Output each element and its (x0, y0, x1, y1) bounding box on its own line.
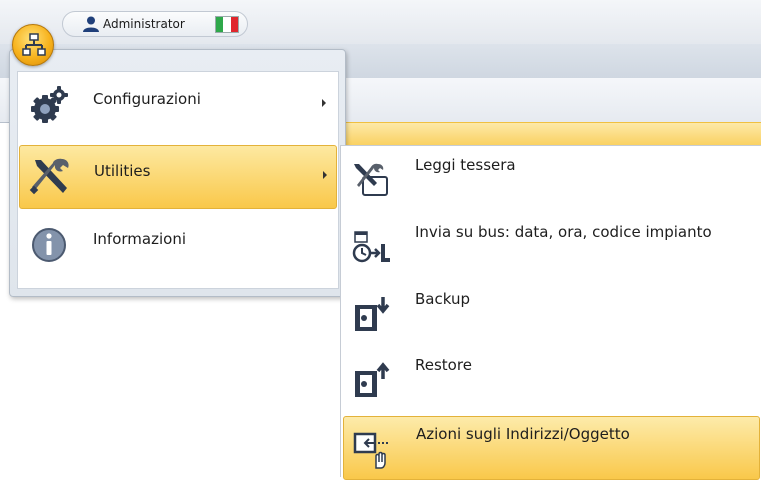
menu-item-label: Configurazioni (93, 90, 201, 108)
gears-icon (31, 86, 68, 123)
send-bus-icon (352, 231, 390, 263)
application-menu-items: Configurazioni Utilities Informazioni (17, 71, 339, 289)
submenu-item-label: Restore (415, 356, 472, 374)
application-button[interactable] (12, 24, 54, 66)
submenu-item-restore[interactable]: Restore (343, 348, 760, 412)
submenu-item-label: Backup (415, 290, 470, 308)
menu-item-label: Informazioni (93, 230, 186, 248)
restore-icon (355, 362, 390, 397)
submenu-item-label: Invia su bus: data, ora, codice impianto (415, 223, 712, 241)
network-icon (22, 33, 46, 56)
submenu-arrow-icon (322, 99, 326, 107)
info-icon (32, 228, 66, 262)
read-card-icon (354, 163, 388, 196)
menu-item-configurazioni[interactable]: Configurazioni (19, 74, 337, 138)
utilities-submenu: Leggi tessera Invia su bus: data, ora, c… (340, 145, 761, 480)
italian-flag-icon[interactable] (215, 16, 239, 33)
submenu-arrow-icon (323, 171, 327, 179)
menu-item-label: Utilities (94, 162, 151, 180)
backup-icon (355, 297, 390, 331)
menu-item-informazioni[interactable]: Informazioni (19, 214, 337, 278)
submenu-item-azioni-indirizzi[interactable]: Azioni sugli Indirizzi/Oggetto (343, 416, 760, 480)
tools-icon (29, 158, 69, 195)
user-name: Administrator (103, 17, 185, 31)
application-menu: Configurazioni Utilities Informazioni (9, 49, 346, 297)
submenu-item-label: Leggi tessera (415, 156, 516, 174)
user-badge[interactable]: Administrator (62, 11, 248, 37)
address-actions-icon (353, 432, 390, 469)
ribbon-highlight-strip (340, 122, 761, 147)
submenu-item-label: Azioni sugli Indirizzi/Oggetto (416, 425, 630, 443)
user-icon (83, 16, 99, 32)
submenu-item-invia-su-bus[interactable]: Invia su bus: data, ora, codice impianto (343, 215, 760, 279)
submenu-item-backup[interactable]: Backup (343, 282, 760, 346)
submenu-item-leggi-tessera[interactable]: Leggi tessera (343, 148, 760, 212)
menu-item-utilities[interactable]: Utilities (19, 145, 337, 209)
